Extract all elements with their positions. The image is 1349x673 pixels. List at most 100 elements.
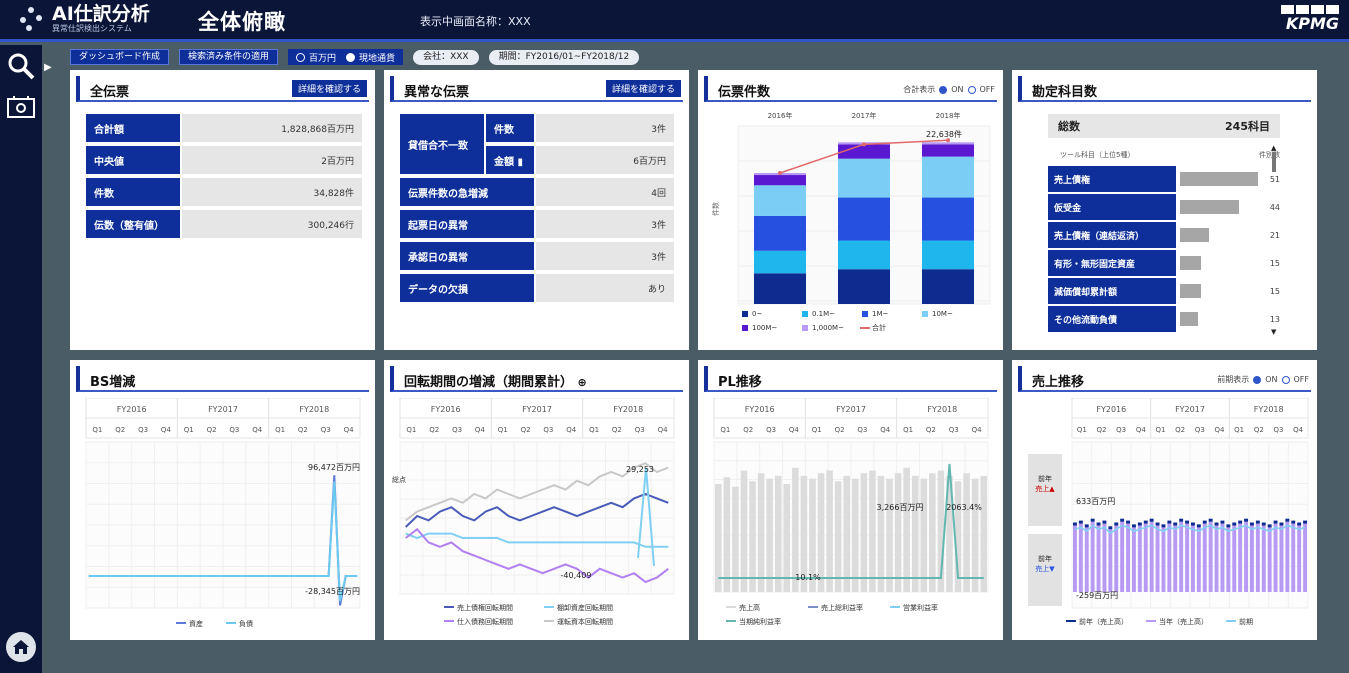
bar-cap [1191,522,1195,526]
bar [903,467,910,592]
abnormal-table: 貸借合不一致 件数 3件 金額 ▮ 6百万円 伝票件数の急増減 4回 起票日の異常 3件… [400,114,674,306]
list-item[interactable]: 有形・無形固定資産 15 [1048,250,1280,276]
period-filter-pill[interactable]: 期間：FY2016/01~FY2018/12 [488,49,640,65]
legend-label: 棚卸資産回転期間 [557,603,613,612]
bs-change-chart: FY2016 FY2017 FY2018 Q1 Q2 Q3 Q4 Q1 Q2 Q3 Q4 Q1 Q2 Q3… [85,398,361,628]
toggle-on-radio[interactable] [939,85,948,94]
legend-label: 前期 [1239,617,1253,626]
currency-jpy-radio[interactable] [296,52,306,62]
quarter-label: Q3 [949,426,959,434]
view-details-button[interactable]: 詳細を確認する [291,80,367,97]
bar-cap [1120,518,1125,522]
bar-cap [1084,524,1089,528]
x-tick-label: 2017年 [852,111,877,120]
panel-title: 回転期間の増減（期間累計） ⊕ [404,375,587,390]
panel-title: 勘定科目数 [1032,85,1098,100]
dashboard-view-icon[interactable] [4,91,38,125]
legend-swatch [802,325,808,331]
info-icon[interactable]: ⊕ [578,376,587,389]
bar-segment [754,175,806,186]
panel-abnormal-vouchers: 異常な伝票 詳細を確認する 貸借合不一致 件数 3件 金額 ▮ 6百万円 伝票件数の… [384,70,689,350]
prior-period-toggle[interactable]: 前期表示 ON OFF [1217,374,1309,385]
bar-cap [1143,520,1148,524]
bar-cap [1226,524,1231,528]
bar [852,478,859,592]
bar-cap [1196,524,1201,528]
bar [1102,523,1107,592]
list-item[interactable]: 売上債権 51 [1048,166,1280,192]
year-label: FY2017 [836,405,866,414]
toggle-off-radio[interactable] [1281,375,1290,384]
legend-label: 営業利益率 [903,603,938,612]
list-item[interactable]: その他流動負債 13 [1048,306,1280,332]
bar-cap [1179,518,1184,522]
total-point [862,142,866,147]
search-icon[interactable] [4,49,38,83]
bar-cap [1244,518,1248,522]
min-annotation: -40,409 [561,571,592,580]
legend-swatch [922,311,928,317]
home-icon[interactable] [6,632,36,662]
bar [834,481,842,592]
account-list-scrollbar[interactable]: ▲ ▼ [1271,144,1277,336]
quarter-label: Q1 [184,426,194,434]
toggle-off-radio[interactable] [967,85,976,94]
legend-swatch [742,325,748,331]
bar [1279,525,1284,592]
sidebar-expand-icon[interactable]: ▶ [44,62,52,73]
company-filter-pill[interactable]: 会社：XXX [413,49,479,65]
list-item[interactable]: 減価償却累計額 15 [1048,278,1280,304]
bar-cap [1102,520,1107,524]
bar [980,475,987,592]
apply-saved-filter-button[interactable]: 検索済み条件の適用 [179,49,279,65]
quarter-label: Q3 [543,426,553,434]
bar [1185,523,1189,592]
bar [1173,525,1178,592]
quarter-label: Q2 [521,426,531,434]
bar-cap [1214,522,1219,526]
currency-local-radio[interactable] [346,52,356,62]
toggle-on-radio[interactable] [1253,375,1262,384]
bar [757,473,765,592]
legend-label: 売上高 [739,603,760,612]
bar [1261,525,1266,592]
bar [1078,523,1083,592]
logo-subtitle: 異常仕訳検出システム [52,24,132,33]
view-details-button[interactable]: 詳細を確認する [605,80,681,97]
quarter-label: Q1 [275,426,285,434]
account-label: その他流動負債 [1048,306,1176,332]
bar [1273,523,1278,592]
sales-down-filter-button[interactable]: 前年 売上▼ [1028,534,1062,606]
quarter-label: Q3 [138,426,148,434]
legend-label: 運転資本回転期間 [557,617,613,626]
legend-label: 当期純利益率 [739,617,781,626]
quarter-label: Q4 [161,426,172,434]
year-label: FY2016 [1096,405,1126,414]
quarter-label: Q1 [589,426,599,434]
account-label: 仮受金 [1048,194,1176,220]
bar-cap [1238,520,1243,524]
table-row: データの欠損 あり [400,274,674,302]
bar [1250,525,1254,592]
total-display-toggle[interactable]: 合計表示 ON OFF [903,84,995,95]
quarter-label: Q4 [658,426,669,434]
bar-segment [838,269,890,304]
currency-toggle[interactable]: 百万円 現地通貨 [288,49,404,65]
bar [894,473,902,592]
bar [826,470,833,592]
year-label: FY2016 [431,405,461,414]
panel-title: 売上推移 [1032,375,1085,390]
sales-up-filter-button[interactable]: 前年 売上▲ [1028,454,1062,526]
legend-label: 0~ [752,310,762,318]
bar [1073,525,1077,592]
panel-turnover-period: 回転期間の増減（期間累計） ⊕ FY2016 FY2017 FY2018 Q1 Q2 Q3… [384,360,689,640]
list-item[interactable]: 売上債権（連結返済） 21 [1048,222,1280,248]
app-logo[interactable]: AI仕訳分析 異常仕訳検出システム [18,4,150,34]
legend-label: 前年（売上高） [1079,617,1128,626]
bar-cap [1108,526,1113,530]
bar-segment [838,197,890,241]
list-item[interactable]: 仮受金 44 [1048,194,1280,220]
bar [1126,523,1130,592]
create-dashboard-button[interactable]: ダッシュボード作成 [70,49,170,65]
quarter-label: Q1 [903,426,913,434]
